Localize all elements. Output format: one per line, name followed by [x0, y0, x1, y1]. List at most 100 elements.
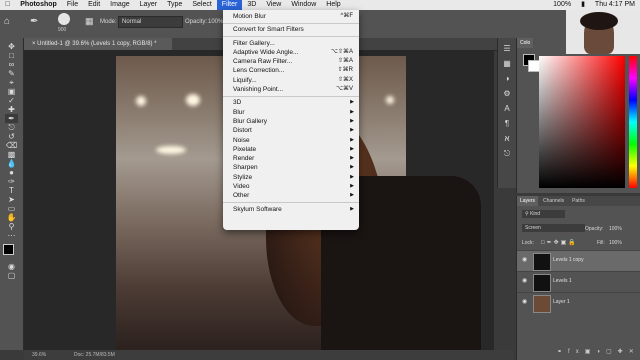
path-select-tool-icon[interactable]: ➤: [5, 195, 18, 204]
type-tool-icon[interactable]: T: [5, 186, 18, 195]
clone-stamp-tool-icon[interactable]: ⎋: [5, 123, 18, 132]
brush-tool-icon[interactable]: ✒: [30, 16, 38, 27]
menu-item-adaptive-wide-angle[interactable]: Adaptive Wide Angle... ⌥⇧⌘A: [223, 48, 359, 57]
tab-color[interactable]: Colo: [517, 38, 534, 48]
hue-slider[interactable]: [629, 56, 637, 188]
dodge-tool-icon[interactable]: ●: [5, 168, 18, 177]
mask-icon[interactable]: ▣: [585, 349, 597, 355]
gradient-tool-icon[interactable]: ▩: [5, 150, 18, 159]
menu-item-render[interactable]: Render ▶: [223, 154, 359, 163]
home-icon[interactable]: ⌂: [4, 16, 10, 27]
menu-help[interactable]: Help: [321, 0, 345, 10]
tab-paths[interactable]: Paths: [569, 196, 588, 206]
folder-icon[interactable]: ▢: [606, 349, 618, 355]
document-tab[interactable]: × Untitled-1 @ 39.6% (Levels 1 copy, RGB…: [24, 38, 172, 50]
quick-select-tool-icon[interactable]: ✎: [5, 69, 18, 78]
marquee-tool-icon[interactable]: □: [5, 51, 18, 60]
menu-window[interactable]: Window: [286, 0, 321, 10]
menu-item-vanishing-point[interactable]: Vanishing Point... ⌥⌘V: [223, 85, 359, 94]
layer-row[interactable]: ◉ Levels 1 copy: [517, 250, 640, 271]
paragraph-panel-icon[interactable]: ¶: [501, 119, 514, 128]
menu-item-skylum-software[interactable]: Skylum Software ▶: [223, 205, 359, 214]
menu-item-convert-smart-filters[interactable]: Convert for Smart Filters: [223, 25, 359, 34]
history-panel-icon[interactable]: ☰: [501, 44, 514, 53]
visibility-eye-icon[interactable]: ◉: [522, 278, 528, 284]
foreground-color-swatch[interactable]: [3, 244, 14, 255]
character-panel-icon[interactable]: A: [501, 104, 514, 113]
layer-thumbnail[interactable]: [533, 295, 551, 313]
swatches-panel-icon[interactable]: ▦: [501, 59, 514, 68]
menu-item-motion-blur[interactable]: Motion Blur ^⌘F: [223, 12, 359, 21]
layer-opacity-value[interactable]: 100%: [609, 226, 622, 232]
new-layer-icon[interactable]: ✚: [618, 349, 629, 355]
menu-view[interactable]: View: [261, 0, 286, 10]
menu-item-stylize[interactable]: Stylize ▶: [223, 173, 359, 182]
menu-item-camera-raw[interactable]: Camera Raw Filter... ⇧⌘A: [223, 57, 359, 66]
menu-item-3d[interactable]: 3D ▶: [223, 98, 359, 107]
brush-tool-icon[interactable]: ✒: [5, 114, 18, 123]
pen-tool-icon[interactable]: ✑: [5, 177, 18, 186]
blend-mode-select[interactable]: Screen: [522, 224, 585, 232]
crop-tool-icon[interactable]: ⌖: [5, 78, 18, 87]
menu-item-blur[interactable]: Blur ▶: [223, 108, 359, 117]
menu-layer[interactable]: Layer: [135, 0, 163, 10]
brush-panel-icon[interactable]: ▦: [85, 16, 94, 27]
apple-icon[interactable]: : [0, 0, 15, 10]
healing-tool-icon[interactable]: ✚: [5, 105, 18, 114]
fx-icon[interactable]: fx: [568, 349, 585, 355]
layer-row[interactable]: ◉ Layer 1: [517, 292, 640, 313]
app-name[interactable]: Photoshop: [15, 0, 62, 10]
menu-item-pixelate[interactable]: Pixelate ▶: [223, 145, 359, 154]
properties-panel-icon[interactable]: ⚙: [501, 89, 514, 98]
paths-panel-icon[interactable]: ⎋: [501, 149, 514, 158]
battery-icon[interactable]: ▮: [576, 0, 590, 10]
eyedropper-tool-icon[interactable]: ✓: [5, 96, 18, 105]
menu-item-noise[interactable]: Noise ▶: [223, 136, 359, 145]
color-picker-field[interactable]: [539, 56, 625, 188]
trash-icon[interactable]: ✕: [629, 349, 640, 355]
menu-file[interactable]: File: [62, 0, 83, 10]
layer-thumbnail[interactable]: [533, 253, 551, 271]
fill-value[interactable]: 100%: [609, 240, 622, 246]
lasso-tool-icon[interactable]: ∞: [5, 60, 18, 69]
menu-item-lens-correction[interactable]: Lens Correction... ⇧⌘R: [223, 66, 359, 75]
menu-item-sharpen[interactable]: Sharpen ▶: [223, 163, 359, 172]
menu-type[interactable]: Type: [162, 0, 187, 10]
lock-icons[interactable]: □✒✥▣🔒: [541, 239, 578, 246]
doc-size[interactable]: Doc: 25.7M/83.5M: [74, 350, 115, 360]
zoom-tool-icon[interactable]: ⚲: [5, 222, 18, 231]
mode-select[interactable]: Normal: [118, 16, 183, 28]
menu-item-distort[interactable]: Distort ▶: [223, 126, 359, 135]
tab-layers[interactable]: Layers: [517, 196, 539, 206]
screen-mode-icon[interactable]: ▢: [5, 271, 18, 280]
visibility-eye-icon[interactable]: ◉: [522, 257, 528, 263]
menu-item-other[interactable]: Other ▶: [223, 191, 359, 200]
history-brush-tool-icon[interactable]: ↺: [5, 132, 18, 141]
menu-image[interactable]: Image: [105, 0, 134, 10]
clock[interactable]: Thu 4:17 PM: [590, 0, 640, 10]
shape-tool-icon[interactable]: ▭: [5, 204, 18, 213]
menu-edit[interactable]: Edit: [83, 0, 105, 10]
hand-tool-icon[interactable]: ✋: [5, 213, 18, 222]
tab-channels[interactable]: Channels: [540, 196, 567, 206]
quick-mask-icon[interactable]: ◉: [5, 262, 18, 271]
zoom-level[interactable]: 39.6%: [32, 350, 46, 360]
menu-3d[interactable]: 3D: [242, 0, 261, 10]
adjustment-icon[interactable]: ◑: [596, 349, 606, 355]
blur-tool-icon[interactable]: 💧: [5, 159, 18, 168]
move-tool-icon[interactable]: ✥: [5, 42, 18, 51]
link-icon[interactable]: ⚭: [557, 349, 568, 355]
layer-row[interactable]: ◉ Levels 1: [517, 271, 640, 292]
more-tools-icon[interactable]: ⋯: [5, 231, 18, 240]
frame-tool-icon[interactable]: ▣: [5, 87, 18, 96]
visibility-eye-icon[interactable]: ◉: [522, 299, 528, 305]
adjustments-panel-icon[interactable]: ◑: [501, 74, 514, 83]
layer-filter-select[interactable]: ⚲ Kind: [522, 210, 565, 218]
menu-filter[interactable]: Filter: [216, 0, 243, 10]
glyphs-panel-icon[interactable]: א: [501, 134, 514, 143]
eraser-tool-icon[interactable]: ⌫: [5, 141, 18, 150]
menu-item-blur-gallery[interactable]: Blur Gallery ▶: [223, 117, 359, 126]
brush-preset-icon[interactable]: [58, 13, 70, 25]
menu-item-video[interactable]: Video ▶: [223, 182, 359, 191]
menu-item-liquify[interactable]: Liquify... ⇧⌘X: [223, 76, 359, 85]
